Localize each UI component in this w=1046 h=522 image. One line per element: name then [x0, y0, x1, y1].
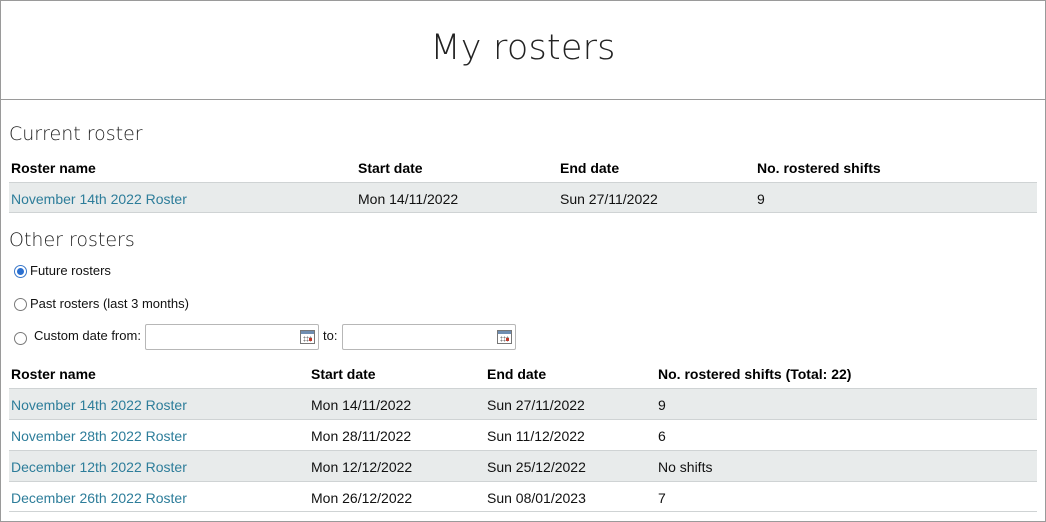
other-col-start-date: Start date [311, 366, 376, 382]
current-roster-row: November 14th 2022 Roster Mon 14/11/2022… [9, 182, 1037, 213]
custom-date-to-input[interactable] [342, 324, 516, 350]
custom-date-to-label: to: [323, 328, 338, 343]
shift-count: 7 [658, 490, 666, 506]
start-date: Mon 26/12/2022 [311, 490, 413, 506]
table-row: November 28th 2022 Roster Mon 28/11/2022… [9, 419, 1037, 450]
shift-count: 9 [658, 397, 666, 413]
start-date: Mon 14/11/2022 [311, 397, 412, 413]
custom-date-radio[interactable] [14, 332, 27, 345]
roster-name-link[interactable]: November 28th 2022 Roster [11, 428, 187, 444]
current-col-roster-name: Roster name [11, 160, 96, 176]
calendar-icon[interactable] [497, 330, 512, 344]
table-row: December 26th 2022 Roster Mon 26/12/2022… [9, 481, 1037, 512]
shift-count: 9 [757, 191, 765, 207]
current-col-end-date: End date [560, 160, 620, 176]
end-date: Sun 27/11/2022 [560, 191, 658, 207]
other-col-shifts: No. rostered shifts (Total: 22) [658, 366, 852, 382]
end-date: Sun 25/12/2022 [487, 459, 586, 475]
end-date: Sun 11/12/2022 [487, 428, 585, 444]
roster-name-link[interactable]: November 14th 2022 Roster [11, 397, 187, 413]
table-row: December 12th 2022 Roster Mon 12/12/2022… [9, 450, 1037, 481]
custom-date-label[interactable]: Custom date from: [34, 328, 141, 343]
start-date: Mon 12/12/2022 [311, 459, 413, 475]
future-rosters-radio[interactable] [14, 265, 27, 278]
calendar-icon[interactable] [300, 330, 315, 344]
past-rosters-label[interactable]: Past rosters (last 3 months) [30, 296, 189, 311]
roster-name-link[interactable]: December 26th 2022 Roster [11, 490, 187, 506]
roster-name-link[interactable]: November 14th 2022 Roster [11, 191, 187, 207]
end-date: Sun 08/01/2023 [487, 490, 586, 506]
current-roster-heading: Current roster [9, 123, 143, 145]
start-date: Mon 14/11/2022 [358, 191, 459, 207]
current-col-shifts: No. rostered shifts [757, 160, 881, 176]
shift-count: 6 [658, 428, 666, 444]
table-row: November 14th 2022 Roster Mon 14/11/2022… [9, 388, 1037, 419]
custom-date-from-input[interactable] [145, 324, 319, 350]
page-title: My rosters [430, 28, 616, 68]
start-date: Mon 28/11/2022 [311, 428, 412, 444]
shift-count: No shifts [658, 459, 713, 475]
page-header: My rosters [0, 0, 1046, 100]
past-rosters-radio[interactable] [14, 298, 27, 311]
roster-name-link[interactable]: December 12th 2022 Roster [11, 459, 187, 475]
end-date: Sun 27/11/2022 [487, 397, 585, 413]
other-col-end-date: End date [487, 366, 547, 382]
future-rosters-label[interactable]: Future rosters [30, 263, 111, 278]
other-rosters-heading: Other rosters [9, 229, 135, 251]
other-col-roster-name: Roster name [11, 366, 96, 382]
current-col-start-date: Start date [358, 160, 423, 176]
